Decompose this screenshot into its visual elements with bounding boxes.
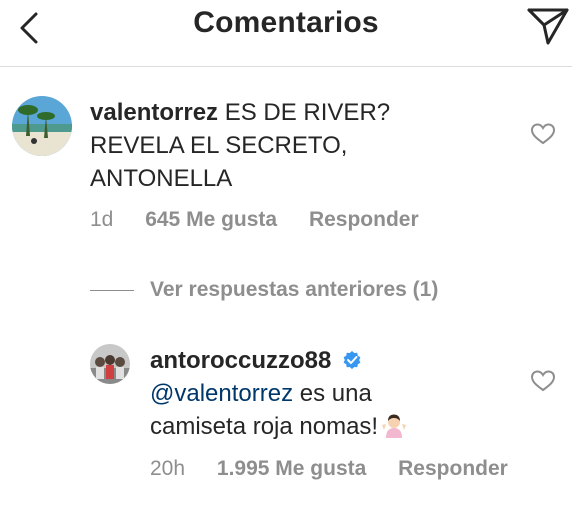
mention-link[interactable]: @valentorrez bbox=[150, 380, 293, 407]
comment-likes[interactable]: 645 Me gusta bbox=[145, 208, 277, 231]
reply-username[interactable]: antoroccuzzo88 bbox=[150, 347, 331, 374]
header-bar: Comentarios bbox=[0, 0, 572, 67]
reply-text: antoroccuzzo88 @valentorrez es una camis… bbox=[150, 344, 510, 443]
comment-line-1: ES DE RIVER? bbox=[224, 99, 391, 126]
paper-plane-icon[interactable] bbox=[526, 6, 570, 46]
comment-text: valentorrez ES DE RIVER? REVELA EL SECRE… bbox=[90, 96, 510, 195]
comment-meta: 1d 645 Me gusta Responder bbox=[90, 208, 445, 232]
comment-line-3: ANTONELLA bbox=[90, 165, 233, 192]
view-replies-label: Ver respuestas anteriores (1) bbox=[150, 278, 439, 301]
avatar[interactable] bbox=[12, 96, 72, 156]
person-shrugging-emoji-icon bbox=[382, 414, 407, 438]
reply-time: 20h bbox=[150, 457, 186, 480]
reply-likes[interactable]: 1.995 Me gusta bbox=[217, 457, 366, 480]
heart-icon[interactable] bbox=[530, 369, 556, 393]
reply-button[interactable]: Responder bbox=[398, 457, 508, 480]
page-title: Comentarios bbox=[193, 6, 379, 39]
reply-line-1: es una bbox=[299, 380, 372, 407]
view-replies-button[interactable]: Ver respuestas anteriores (1) bbox=[90, 278, 438, 302]
divider-line bbox=[90, 289, 134, 291]
reply-button[interactable]: Responder bbox=[309, 208, 419, 231]
comment-line-2: REVELA EL SECRETO, bbox=[90, 132, 348, 159]
avatar[interactable] bbox=[90, 344, 130, 384]
verified-badge-icon bbox=[343, 351, 361, 369]
comment-username[interactable]: valentorrez bbox=[90, 99, 218, 126]
heart-icon[interactable] bbox=[530, 122, 556, 146]
reply-meta: 20h 1.995 Me gusta Responder bbox=[150, 457, 534, 481]
reply-line-2: camiseta roja nomas! bbox=[150, 413, 379, 440]
comment-time: 1d bbox=[90, 208, 114, 231]
